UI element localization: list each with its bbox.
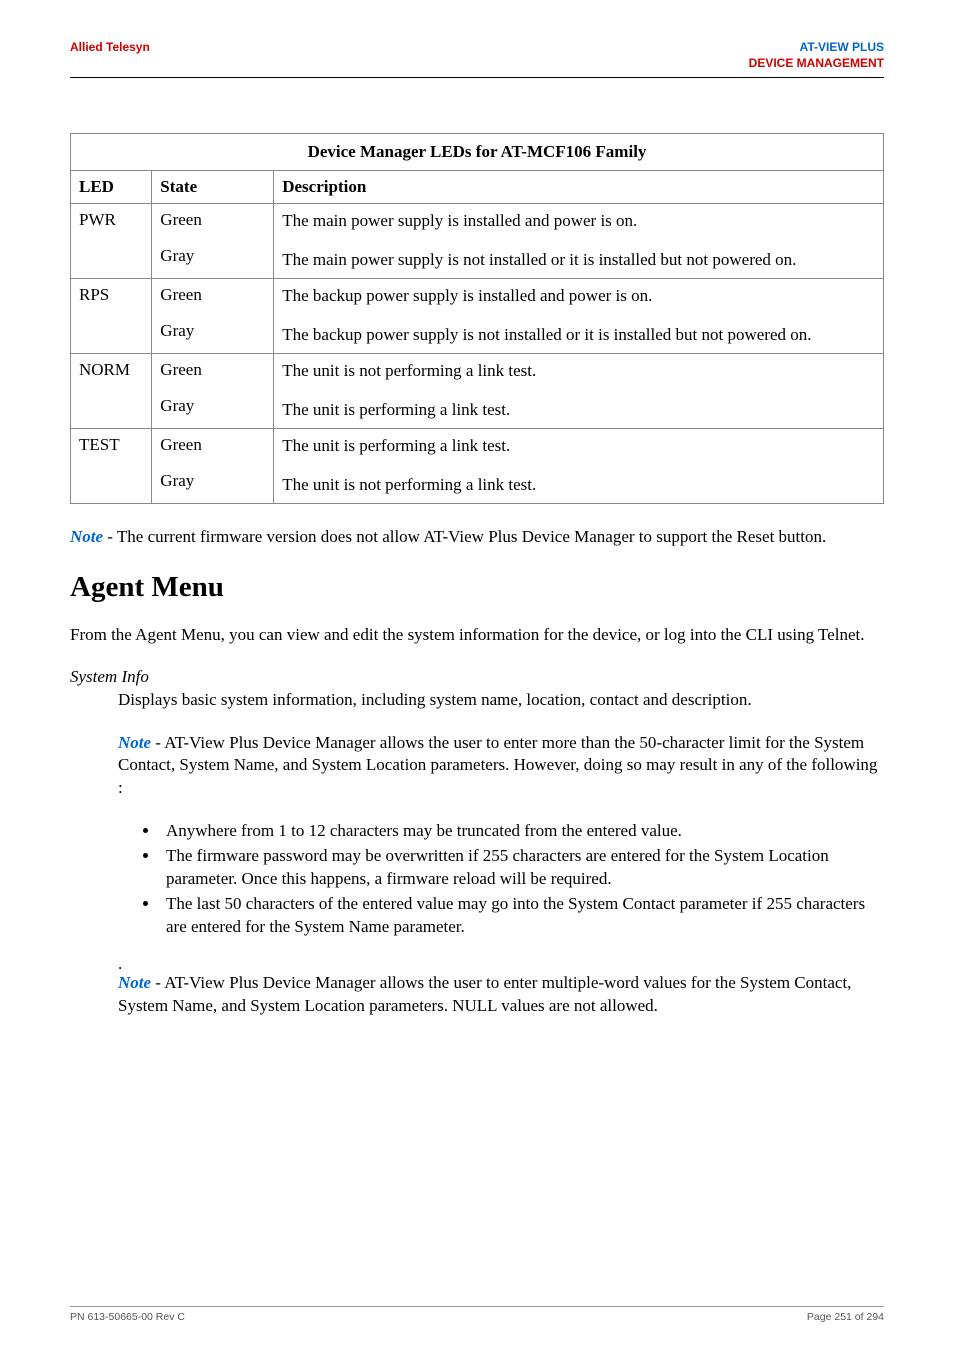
list-item: Anywhere from 1 to 12 characters may be …: [160, 820, 884, 843]
note-text: - The current firmware version does not …: [103, 527, 826, 546]
desc-value: The main power supply is not installed o…: [282, 249, 875, 272]
desc-cell: The unit is performing a link test. The …: [274, 428, 884, 503]
state-value: Gray: [160, 321, 265, 341]
desc-value: The backup power supply is installed and…: [282, 285, 875, 308]
table-caption: Device Manager LEDs for AT-MCF106 Family: [70, 133, 884, 170]
col-led: LED: [71, 171, 152, 204]
note-paragraph: Note - AT-View Plus Device Manager allow…: [118, 732, 884, 801]
table-header-row: LED State Description: [71, 171, 884, 204]
col-state: State: [152, 171, 274, 204]
desc-value: The unit is not performing a link test.: [282, 360, 875, 383]
brand-name: Allied Telesyn: [70, 40, 150, 54]
state-cell: Green Gray: [152, 204, 274, 279]
state-value: Gray: [160, 396, 265, 416]
note-label: Note: [70, 527, 103, 546]
intro-paragraph: From the Agent Menu, you can view and ed…: [70, 624, 884, 647]
table-row: NORM Green Gray The unit is not performi…: [71, 353, 884, 428]
note-label: Note: [118, 973, 151, 992]
led-cell: TEST: [71, 428, 152, 503]
desc-value: The backup power supply is not installed…: [282, 324, 875, 347]
footer-partnumber: PN 613-50665-00 Rev C: [70, 1311, 185, 1323]
section-name: DEVICE MANAGEMENT: [749, 56, 884, 72]
desc-cell: The unit is not performing a link test. …: [274, 353, 884, 428]
state-value: Green: [160, 210, 265, 230]
desc-value: The unit is performing a link test.: [282, 435, 875, 458]
header-divider: [70, 77, 884, 78]
table-row: PWR Green Gray The main power supply is …: [71, 204, 884, 279]
page-header: Allied Telesyn AT-VIEW PLUS DEVICE MANAG…: [70, 40, 884, 71]
note-label: Note: [118, 733, 151, 752]
list-item: The last 50 characters of the entered va…: [160, 893, 884, 939]
note-paragraph: Note - The current firmware version does…: [70, 526, 884, 549]
note-text: - AT-View Plus Device Manager allows the…: [118, 973, 851, 1015]
desc-cell: The backup power supply is installed and…: [274, 279, 884, 354]
product-name: AT-VIEW PLUS: [749, 40, 884, 56]
state-value: Green: [160, 285, 265, 305]
header-right-block: AT-VIEW PLUS DEVICE MANAGEMENT: [749, 40, 884, 71]
led-cell: NORM: [71, 353, 152, 428]
state-cell: Green Gray: [152, 279, 274, 354]
system-info-desc: Displays basic system information, inclu…: [118, 689, 884, 712]
state-value: Gray: [160, 471, 265, 491]
note-text: - AT-View Plus Device Manager allows the…: [118, 733, 877, 798]
list-item: The firmware password may be overwritten…: [160, 845, 884, 891]
footer-divider: [70, 1306, 884, 1307]
desc-value: The main power supply is installed and p…: [282, 210, 875, 233]
desc-value: The unit is not performing a link test.: [282, 474, 875, 497]
led-cell: RPS: [71, 279, 152, 354]
state-value: Gray: [160, 246, 265, 266]
table-row: TEST Green Gray The unit is performing a…: [71, 428, 884, 503]
led-cell: PWR: [71, 204, 152, 279]
table-row: RPS Green Gray The backup power supply i…: [71, 279, 884, 354]
section-heading: Agent Menu: [70, 571, 884, 604]
page-footer: PN 613-50665-00 Rev C Page 251 of 294: [70, 1306, 884, 1323]
state-value: Green: [160, 360, 265, 380]
state-value: Green: [160, 435, 265, 455]
state-cell: Green Gray: [152, 353, 274, 428]
note-paragraph: Note - AT-View Plus Device Manager allow…: [118, 972, 884, 1018]
bullet-list: Anywhere from 1 to 12 characters may be …: [160, 820, 884, 939]
footer-pagenum: Page 251 of 294: [807, 1311, 884, 1323]
system-info-label: System Info: [70, 667, 884, 687]
stray-period: .: [118, 955, 884, 972]
col-description: Description: [274, 171, 884, 204]
desc-cell: The main power supply is installed and p…: [274, 204, 884, 279]
state-cell: Green Gray: [152, 428, 274, 503]
led-table: Device Manager LEDs for AT-MCF106 Family…: [70, 133, 884, 504]
desc-value: The unit is performing a link test.: [282, 399, 875, 422]
